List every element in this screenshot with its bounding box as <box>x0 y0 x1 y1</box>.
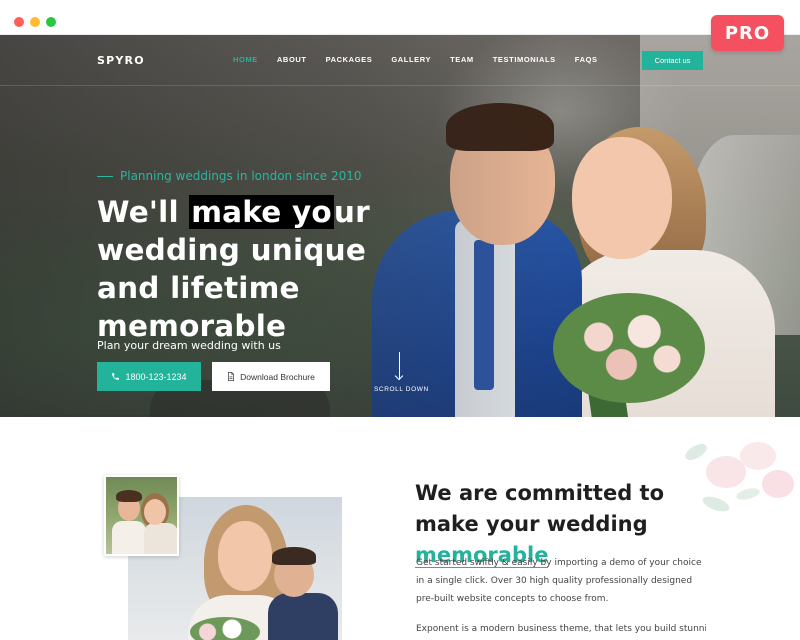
hero-subtext: Plan your dream wedding with us <box>97 339 281 352</box>
maximize-window-dot[interactable] <box>46 17 56 27</box>
document-icon <box>228 372 235 381</box>
groom-hair-small <box>116 490 142 502</box>
tagline-line <box>97 175 113 177</box>
bride-face-shape <box>218 521 272 591</box>
nav-item-packages[interactable]: PACKAGES <box>326 55 373 64</box>
minimize-window-dot[interactable] <box>30 17 40 27</box>
tagline-text: Planning weddings in london since 2010 <box>120 169 362 183</box>
main-nav: HOME ABOUT PACKAGES GALLERY TEAM TESTIMO… <box>233 55 617 64</box>
nav-item-gallery[interactable]: GALLERY <box>391 55 431 64</box>
nav-item-testimonials[interactable]: TESTIMONIALS <box>493 55 556 64</box>
header-divider <box>0 85 800 86</box>
about-paragraph-1: Get started swiftly & easily by importin… <box>416 558 702 604</box>
couple-photo-small <box>104 475 179 556</box>
hero-tagline: Planning weddings in london since 2010 <box>97 169 362 183</box>
scroll-down-indicator[interactable]: SCROLL DOWN <box>374 352 429 396</box>
about-paragraph-2: Exponent is a modern business theme, tha… <box>416 624 706 634</box>
nav-item-home[interactable]: HOME <box>233 55 258 64</box>
download-brochure-button[interactable]: Download Brochure <box>212 362 330 391</box>
about-title-text: We are committed to make your wedding <box>415 481 665 536</box>
groom-hair-shape <box>272 547 316 565</box>
browser-chrome <box>0 0 800 35</box>
headline-part-1: We'll <box>97 195 190 229</box>
contact-us-button[interactable]: Contact us <box>642 51 703 70</box>
groom-body-small <box>112 521 146 554</box>
call-phone-button[interactable]: 1800-123-1234 <box>97 362 201 391</box>
nav-item-about[interactable]: ABOUT <box>277 55 307 64</box>
phone-icon <box>112 373 120 380</box>
scroll-down-label: SCROLL DOWN <box>374 386 429 393</box>
headline-selected-text: make yo <box>189 195 334 229</box>
bride-body-small <box>144 523 177 554</box>
site-logo[interactable]: SPYRO <box>97 54 145 67</box>
brochure-label: Download Brochure <box>240 371 315 382</box>
arrow-down-icon <box>399 352 400 379</box>
close-window-dot[interactable] <box>14 17 24 27</box>
phone-label: 1800-123-1234 <box>125 371 187 382</box>
pro-badge: PRO <box>711 15 784 51</box>
about-section: We are committed to make your wedding me… <box>0 417 800 640</box>
groom-suit-shape <box>268 593 338 640</box>
bride-face-small <box>144 499 166 525</box>
hero-headline: We'll make your wedding unique and lifet… <box>97 193 417 345</box>
nav-item-team[interactable]: TEAM <box>450 55 474 64</box>
nav-item-faqs[interactable]: FAQS <box>575 55 598 64</box>
bouquet-shape <box>190 617 260 640</box>
